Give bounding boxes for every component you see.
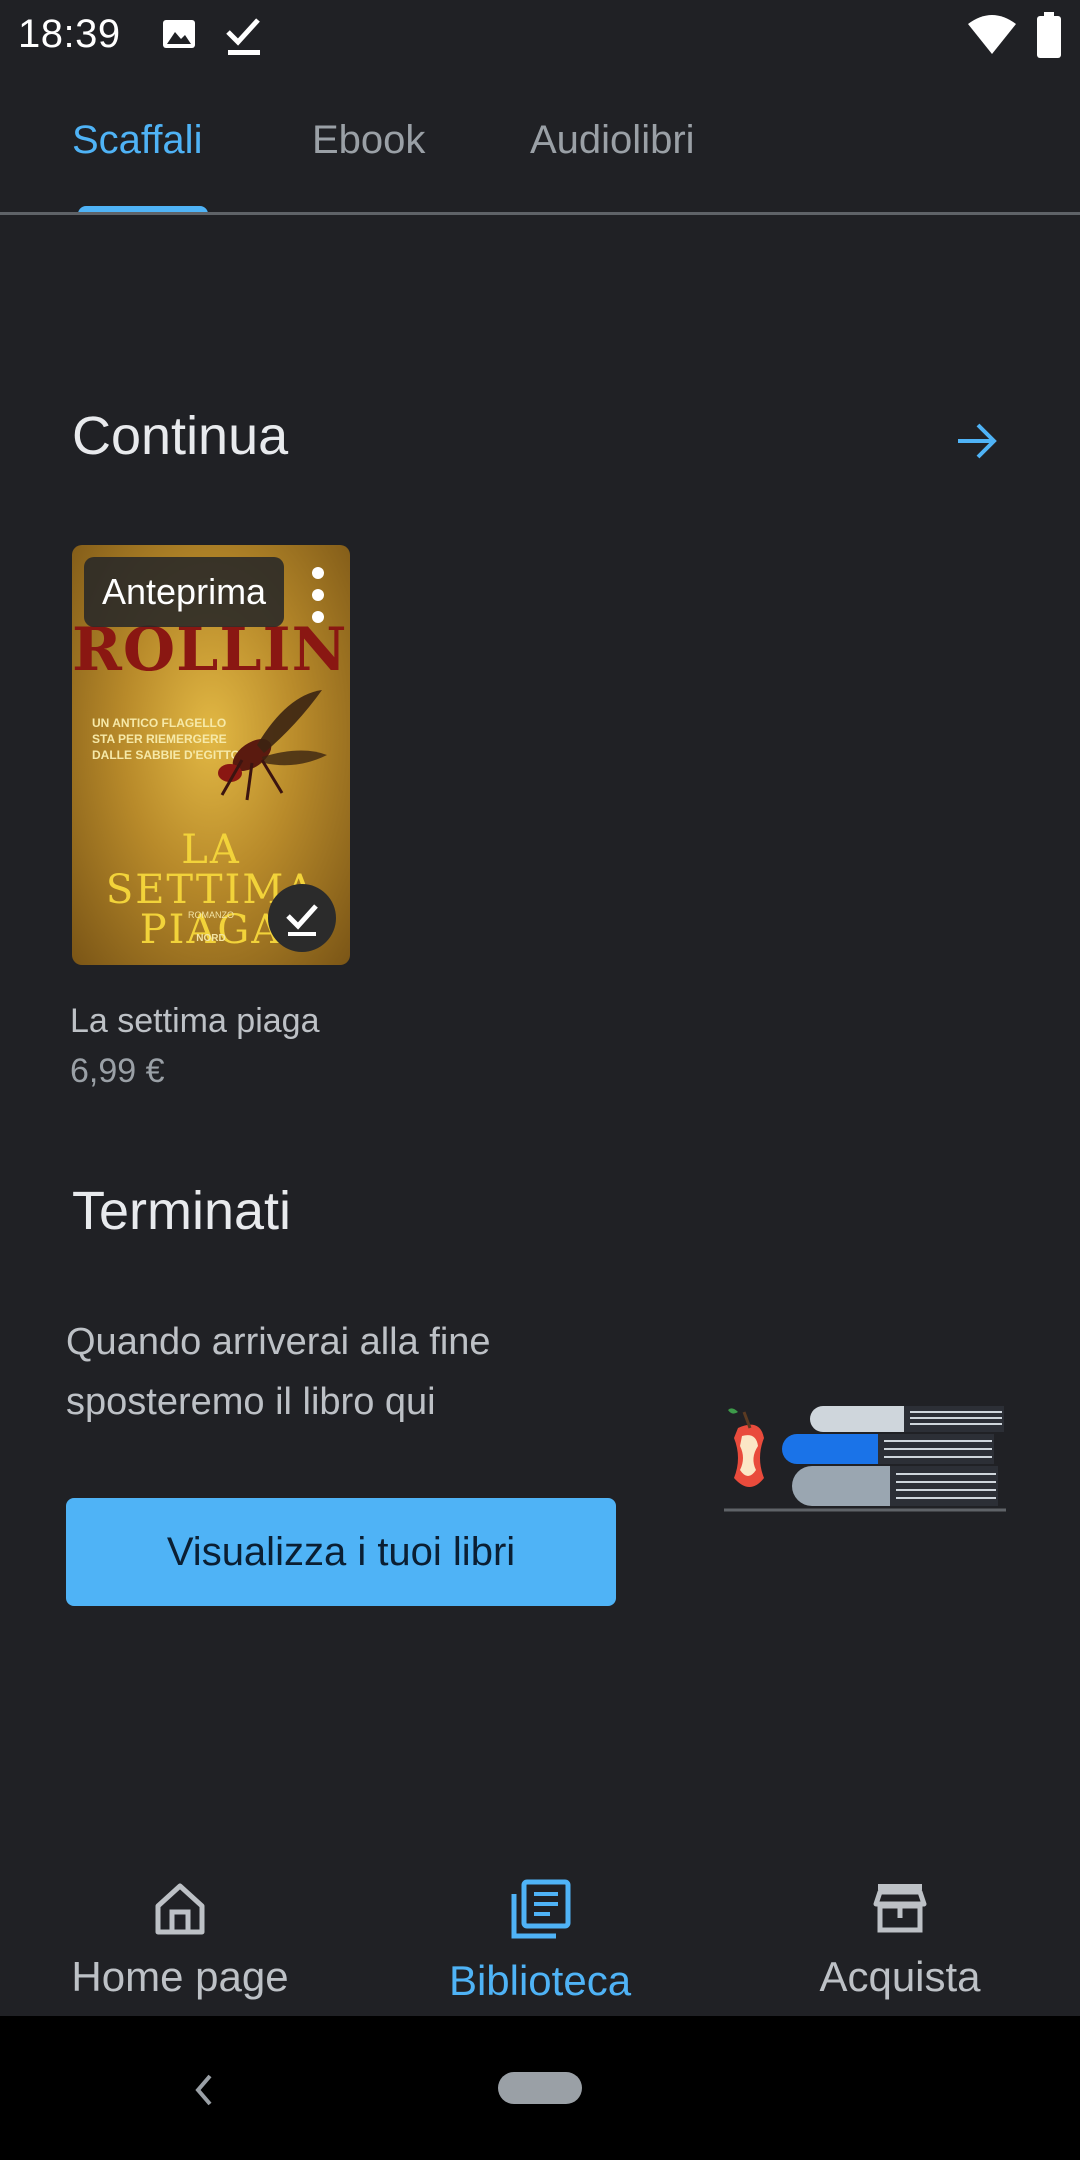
fly-illustration xyxy=(218,690,327,801)
tab-ebook[interactable]: Ebook xyxy=(312,118,425,163)
status-time: 18:39 xyxy=(18,12,121,56)
download-done-icon xyxy=(286,904,318,936)
section-title-continua: Continua xyxy=(72,406,289,466)
nav-home[interactable]: Home page xyxy=(0,1878,360,2001)
empty-state-text: Quando arriverai alla fine sposteremo il… xyxy=(66,1321,491,1423)
section-title-terminati: Terminati xyxy=(72,1181,292,1241)
image-notification-icon xyxy=(163,20,195,48)
book-price: 6,99 € xyxy=(70,1052,165,1090)
downloaded-badge xyxy=(268,884,336,952)
nav-home-label: Home page xyxy=(71,1953,289,2000)
preview-badge: Anteprima xyxy=(84,557,285,627)
nav-store-label: Acquista xyxy=(819,1953,981,2000)
tab-audiolibri[interactable]: Audiolibri xyxy=(530,118,695,163)
arrow-forward-icon[interactable] xyxy=(952,416,1002,466)
home-gesture-pill[interactable] xyxy=(498,2072,582,2104)
nav-library[interactable]: Biblioteca xyxy=(360,1878,720,2005)
status-bar: 18:39 xyxy=(0,0,1080,72)
book-stack-illustration xyxy=(724,1406,1006,1512)
download-done-icon xyxy=(226,18,260,55)
view-books-button[interactable]: Visualizza i tuoi libri xyxy=(66,1498,616,1606)
back-icon[interactable] xyxy=(190,2070,220,2110)
tab-scaffali[interactable]: Scaffali xyxy=(72,118,202,163)
home-icon xyxy=(155,1883,205,1935)
nav-store[interactable]: Acquista xyxy=(720,1878,1080,2001)
store-icon xyxy=(873,1884,927,1933)
battery-icon xyxy=(1037,12,1061,58)
wifi-icon xyxy=(968,15,1016,54)
book-title[interactable]: La settima piaga xyxy=(70,1002,320,1041)
more-options-icon[interactable] xyxy=(308,565,328,625)
nav-library-label: Biblioteca xyxy=(448,1957,632,2004)
tab-divider xyxy=(0,212,1080,215)
library-icon xyxy=(511,1879,571,1939)
